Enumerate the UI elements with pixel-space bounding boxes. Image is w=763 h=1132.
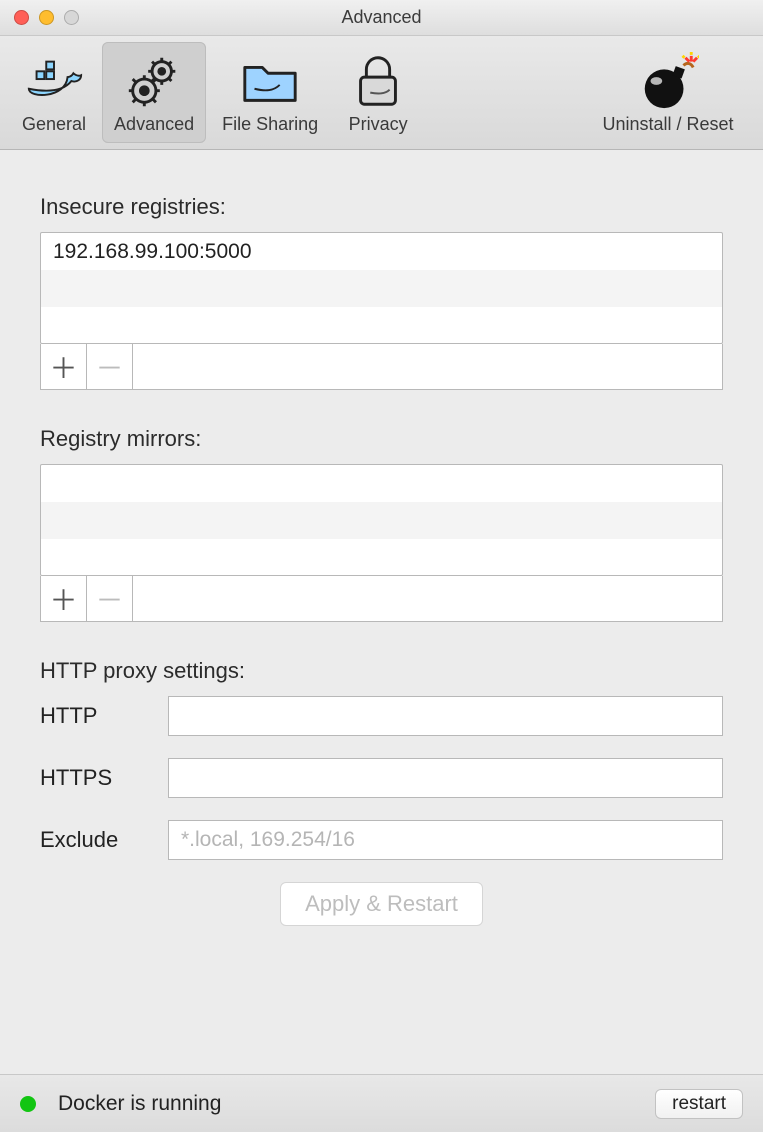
- insecure-registries-label: Insecure registries:: [40, 194, 723, 220]
- lock-icon: [347, 50, 409, 112]
- window-minimize-button[interactable]: [39, 10, 54, 25]
- tab-label: Uninstall / Reset: [602, 114, 733, 135]
- http-proxy-heading: HTTP proxy settings:: [40, 658, 723, 684]
- whale-icon: [23, 50, 85, 112]
- content-area: Insecure registries: 192.168.99.100:5000…: [0, 150, 763, 1016]
- registry-mirrors-controls: ＋ －: [40, 576, 723, 622]
- list-item[interactable]: [41, 307, 722, 344]
- tab-label: File Sharing: [222, 114, 318, 135]
- statusbar: Docker is running restart: [0, 1074, 763, 1132]
- add-button[interactable]: ＋: [41, 576, 87, 621]
- tab-label: Privacy: [349, 114, 408, 135]
- window-title: Advanced: [0, 7, 763, 28]
- list-item[interactable]: [41, 539, 722, 576]
- add-button[interactable]: ＋: [41, 344, 87, 389]
- window-close-button[interactable]: [14, 10, 29, 25]
- status-text: Docker is running: [58, 1092, 655, 1116]
- status-indicator-icon: [20, 1096, 36, 1112]
- gears-icon: [123, 50, 185, 112]
- tab-advanced[interactable]: Advanced: [102, 42, 206, 143]
- registry-mirrors-list[interactable]: [40, 464, 723, 576]
- https-proxy-label: HTTPS: [40, 765, 150, 791]
- apply-restart-button: Apply & Restart: [280, 882, 483, 926]
- insecure-registries-controls: ＋ －: [40, 344, 723, 390]
- tab-privacy[interactable]: Privacy: [334, 42, 422, 143]
- list-item[interactable]: [41, 502, 722, 539]
- list-item[interactable]: [41, 270, 722, 307]
- tab-uninstall-reset[interactable]: Uninstall / Reset: [583, 42, 753, 143]
- plus-icon: ＋: [49, 579, 77, 619]
- remove-button: －: [87, 344, 133, 389]
- tab-file-sharing[interactable]: File Sharing: [210, 42, 330, 143]
- http-proxy-input[interactable]: [168, 696, 723, 736]
- list-item[interactable]: [41, 465, 722, 502]
- plus-icon: ＋: [49, 347, 77, 387]
- tab-label: Advanced: [114, 114, 194, 135]
- minus-icon: －: [95, 347, 123, 387]
- folder-icon: [239, 50, 301, 112]
- exclude-proxy-input[interactable]: [168, 820, 723, 860]
- tab-general[interactable]: General: [10, 42, 98, 143]
- minus-icon: －: [95, 579, 123, 619]
- window-zoom-button: [64, 10, 79, 25]
- restart-button[interactable]: restart: [655, 1089, 743, 1119]
- http-proxy-label: HTTP: [40, 703, 150, 729]
- https-proxy-input[interactable]: [168, 758, 723, 798]
- insecure-registries-list[interactable]: 192.168.99.100:5000: [40, 232, 723, 344]
- registry-mirrors-label: Registry mirrors:: [40, 426, 723, 452]
- bomb-icon: [637, 50, 699, 112]
- tab-label: General: [22, 114, 86, 135]
- remove-button: －: [87, 576, 133, 621]
- exclude-proxy-label: Exclude: [40, 827, 150, 853]
- toolbar: General Advanced File Sharing: [0, 36, 763, 150]
- list-item[interactable]: 192.168.99.100:5000: [41, 233, 722, 270]
- titlebar: Advanced: [0, 0, 763, 36]
